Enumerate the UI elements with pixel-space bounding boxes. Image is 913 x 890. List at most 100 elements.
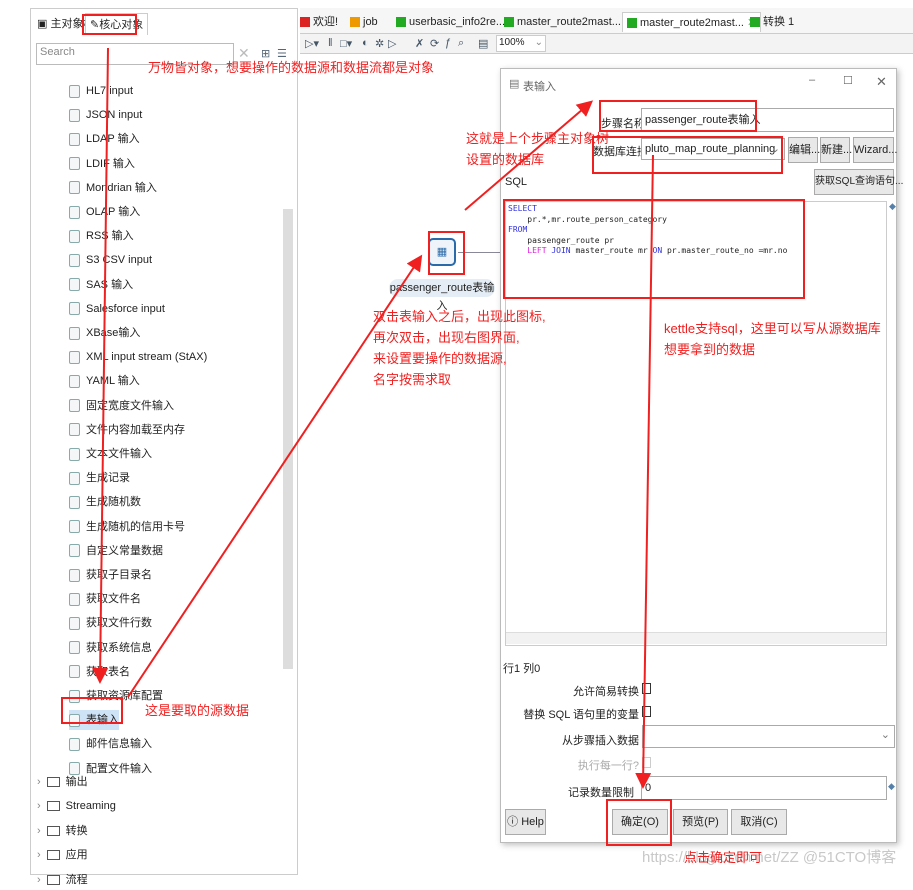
tree-item[interactable]: RSS 输入 bbox=[69, 226, 134, 246]
step-icon bbox=[69, 229, 80, 243]
editor-tab[interactable]: 欢迎! bbox=[300, 12, 338, 32]
tree-folder[interactable]: › Streaming bbox=[37, 796, 116, 816]
panel-scrollbar[interactable] bbox=[283, 209, 293, 669]
tree-item[interactable]: 邮件信息输入 bbox=[69, 734, 152, 754]
tree-folder[interactable]: › 应用 bbox=[37, 845, 88, 865]
tree-item[interactable]: 自定义常量数据 bbox=[69, 541, 163, 561]
grid-icon[interactable]: ▤ bbox=[478, 37, 488, 50]
folder-icon bbox=[46, 874, 60, 885]
tree-item[interactable]: Salesforce input bbox=[69, 299, 165, 319]
editor-tab[interactable]: userbasic_info2re... bbox=[396, 12, 505, 32]
replay-icon[interactable]: ▷ bbox=[388, 37, 396, 50]
tree-item[interactable]: JSON input bbox=[69, 105, 142, 125]
impact-icon[interactable]: ⟳ bbox=[430, 37, 439, 50]
help-label: Help bbox=[521, 816, 544, 828]
tree-item[interactable]: SAS 输入 bbox=[69, 275, 133, 295]
variable-icon: ◆ bbox=[888, 781, 895, 791]
zoom-select[interactable]: 100% ⌄ bbox=[496, 35, 546, 52]
sql-label: SQL bbox=[505, 176, 528, 188]
variable-icon: ◆ bbox=[889, 201, 896, 211]
minimize-button[interactable]: – bbox=[809, 74, 815, 86]
execute-each-row-checkbox[interactable] bbox=[642, 757, 651, 768]
tree-item[interactable]: 生成随机数 bbox=[69, 492, 141, 512]
tree-item[interactable]: XML input stream (StAX) bbox=[69, 347, 207, 367]
tree-folder[interactable]: › 输出 bbox=[37, 772, 88, 792]
tree-item[interactable]: 生成随机的信用卡号 bbox=[69, 517, 185, 537]
tree-item[interactable]: HL7 input bbox=[69, 81, 133, 101]
tree-item[interactable]: 文本文件输入 bbox=[69, 444, 152, 464]
tree-item[interactable]: 文件内容加载至内存 bbox=[69, 420, 185, 440]
editor-tab[interactable]: master_route2mast... ✕ bbox=[622, 12, 762, 32]
tree-item[interactable]: 固定宽度文件输入 bbox=[69, 396, 174, 416]
edit-connection-button[interactable]: 编辑... bbox=[788, 137, 820, 163]
help-button[interactable]: ⓘ Help bbox=[505, 809, 546, 835]
tree-item[interactable]: Mondrian 输入 bbox=[69, 178, 157, 198]
preview-button[interactable]: 预览(P) bbox=[673, 809, 728, 835]
tree-item[interactable]: 获取文件名 bbox=[69, 589, 141, 609]
preview-icon[interactable]: ◐ bbox=[362, 37, 369, 49]
step-icon bbox=[69, 350, 80, 364]
editor-tab[interactable]: 转换 1 bbox=[750, 12, 794, 32]
replace-vars-checkbox[interactable] bbox=[642, 706, 651, 717]
pause-icon[interactable]: ‖ bbox=[328, 37, 333, 49]
run-icon[interactable]: ▷▾ bbox=[305, 37, 319, 50]
lazy-conversion-checkbox[interactable] bbox=[642, 683, 651, 694]
editor-tabs: 欢迎! job userbasic_info2re... master_route2m… bbox=[300, 8, 913, 34]
tree-item[interactable]: 获取文件行数 bbox=[69, 613, 152, 633]
table-input-dialog: ▤ 表输入 – ☐ ✕ 步骤名称 passenger_route表输入 数据库连… bbox=[500, 68, 903, 843]
tab-core-objects[interactable]: ✎核心对象 bbox=[85, 13, 149, 35]
annotation-double-click: 双击表输入之后，出现此图标, 再次双击，出现右图界面, 来设置要操作的数据源, 名字按… bbox=[373, 306, 546, 390]
tree-item[interactable]: 获取表名 bbox=[69, 662, 130, 682]
tree-item[interactable]: YAML 输入 bbox=[69, 371, 140, 391]
sql-icon[interactable]: ƒ bbox=[445, 37, 451, 49]
sql-editor[interactable]: SELECT pr.*,mr.route_person_category FRO… bbox=[505, 201, 887, 646]
tree-item[interactable]: 表输入 bbox=[69, 710, 119, 731]
step-name-input[interactable]: passenger_route表输入 bbox=[641, 108, 894, 132]
tree-item[interactable]: S3 CSV input bbox=[69, 250, 152, 270]
step-icon bbox=[69, 374, 80, 388]
tree-item[interactable]: 生成记录 bbox=[69, 468, 130, 488]
tree-item[interactable]: XBase输入 bbox=[69, 323, 140, 343]
tree-item[interactable]: 获取子目录名 bbox=[69, 565, 152, 585]
ok-button[interactable]: 确定(O) bbox=[612, 809, 668, 835]
step-label: passenger_route表输入 bbox=[389, 279, 495, 312]
debug-icon[interactable]: ✲ bbox=[375, 37, 384, 50]
editor-tab[interactable]: job bbox=[350, 12, 378, 32]
tree-folder[interactable]: › 转换 bbox=[37, 821, 88, 841]
tab-icon bbox=[350, 17, 360, 28]
sql-hscrollbar[interactable] bbox=[506, 632, 886, 644]
chevron-down-icon: ⌄ bbox=[770, 143, 780, 155]
tree-item-label: 固定宽度文件输入 bbox=[86, 399, 174, 412]
annotation-line: 这就是上个步骤主对象树 bbox=[466, 131, 610, 146]
tree-item[interactable]: OLAP 输入 bbox=[69, 202, 140, 222]
cancel-button[interactable]: 取消(C) bbox=[731, 809, 787, 835]
tree-item-label: LDAP 输入 bbox=[86, 133, 140, 146]
get-sql-button[interactable]: 获取SQL查询语句... bbox=[814, 169, 903, 195]
new-connection-button[interactable]: 新建... bbox=[820, 137, 852, 163]
maximize-button[interactable]: ☐ bbox=[843, 74, 853, 87]
tree-folder-label: 转换 bbox=[65, 824, 88, 837]
tree-item[interactable]: 获取系统信息 bbox=[69, 638, 152, 658]
folder-icon bbox=[46, 850, 60, 861]
tree-item-label: 生成随机数 bbox=[86, 496, 141, 509]
stop-icon[interactable]: □▾ bbox=[340, 37, 352, 50]
verify-icon[interactable]: ✗ bbox=[415, 37, 424, 50]
step-icon bbox=[69, 278, 80, 292]
tree-folder[interactable]: › 流程 bbox=[37, 870, 88, 890]
tree-item-label: HL7 input bbox=[86, 85, 134, 97]
db-connection-select[interactable]: pluto_map_route_planning ⌄ bbox=[641, 138, 785, 160]
tree-item-label: 获取文件名 bbox=[86, 593, 141, 606]
limit-input[interactable]: 0 bbox=[641, 776, 887, 800]
wizard-button[interactable]: Wizard... bbox=[853, 137, 897, 163]
tab-label: 转换 1 bbox=[763, 16, 795, 28]
annotation-line: 设置的数据库 bbox=[466, 152, 545, 167]
explore-db-icon[interactable]: ⌕ bbox=[458, 37, 464, 50]
tree-item[interactable]: LDAP 输入 bbox=[69, 129, 140, 149]
close-button[interactable]: ✕ bbox=[876, 74, 887, 90]
tree-item[interactable]: LDIF 输入 bbox=[69, 154, 135, 174]
table-input-step-node[interactable]: ▦ bbox=[428, 238, 456, 266]
insert-from-step-select[interactable]: ⌄ bbox=[642, 725, 895, 748]
editor-tab[interactable]: master_route2mast... bbox=[504, 12, 621, 32]
tab-icon bbox=[750, 17, 760, 28]
table-input-icon: ▤ bbox=[509, 78, 520, 90]
